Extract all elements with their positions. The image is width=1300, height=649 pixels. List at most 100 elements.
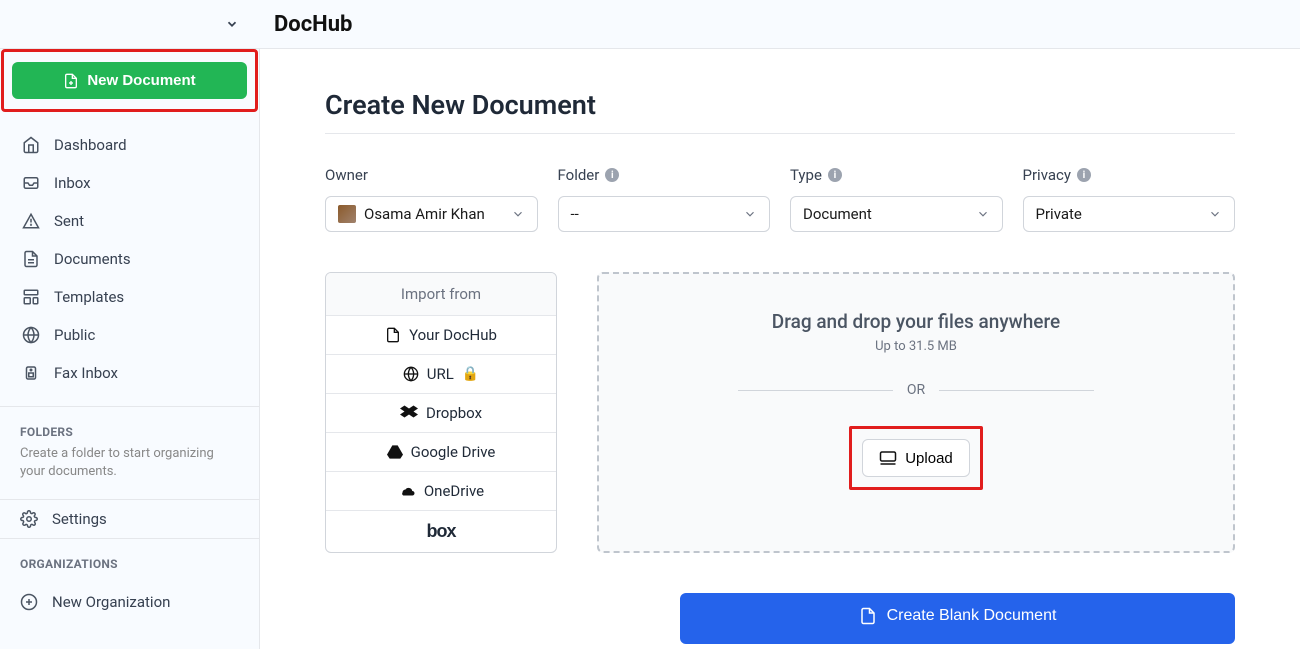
sidebar-item-templates[interactable]: Templates <box>0 278 259 316</box>
sidebar-item-label: Fax Inbox <box>54 364 118 382</box>
folder-value: -- <box>571 205 579 223</box>
sidebar-item-documents[interactable]: Documents <box>0 240 259 278</box>
file-plus-icon <box>63 73 79 89</box>
field-type: Typei Document <box>790 166 1003 232</box>
dropzone[interactable]: Drag and drop your files anywhere Up to … <box>597 272 1235 553</box>
main-content: Create New Document Owner Osama Amir Kha… <box>260 49 1300 649</box>
header: DocHub <box>0 0 1300 49</box>
header-dropdown-toggle[interactable] <box>225 17 239 31</box>
chevron-down-icon <box>511 207 525 221</box>
page-title: Create New Document <box>325 89 1235 121</box>
import-item-dropbox[interactable]: Dropbox <box>326 393 556 432</box>
folder-label: Folder <box>558 166 600 184</box>
or-text: OR <box>907 382 925 398</box>
sidebar-item-public[interactable]: Public <box>0 316 259 354</box>
type-value: Document <box>803 205 872 223</box>
dropzone-title: Drag and drop your files anywhere <box>772 310 1060 333</box>
import-item-label: OneDrive <box>424 482 484 500</box>
fax-icon <box>22 364 40 382</box>
import-item-onedrive[interactable]: OneDrive <box>326 471 556 510</box>
organizations-heading: ORGANIZATIONS <box>20 557 239 571</box>
globe-icon <box>403 366 419 382</box>
field-privacy: Privacy i Private <box>1023 166 1236 232</box>
sidebar: New Document Dashboard Inbox Sent Docume… <box>0 49 260 649</box>
avatar <box>338 205 356 223</box>
import-item-dochub[interactable]: Your DocHub <box>326 315 556 354</box>
sidebar-item-inbox[interactable]: Inbox <box>0 164 259 202</box>
organizations-section: ORGANIZATIONS New Organization <box>0 538 259 639</box>
computer-icon <box>879 449 897 467</box>
import-heading: Import from <box>326 273 556 315</box>
dropbox-icon <box>400 405 418 421</box>
chevron-down-icon <box>743 207 757 221</box>
owner-label: Owner <box>325 166 368 184</box>
owner-value: Osama Amir Khan <box>364 205 485 223</box>
sidebar-item-label: Settings <box>52 510 107 528</box>
create-blank-label: Create Blank Document <box>887 607 1057 625</box>
info-icon: i <box>605 168 619 182</box>
sidebar-item-dashboard[interactable]: Dashboard <box>0 126 259 164</box>
sidebar-item-label: Public <box>54 326 95 344</box>
highlight-upload: Upload <box>849 426 983 490</box>
document-icon <box>22 250 40 268</box>
dochub-icon <box>385 327 401 343</box>
logo: DocHub <box>274 12 352 37</box>
new-organization-button[interactable]: New Organization <box>20 583 239 621</box>
chevron-down-icon <box>976 207 990 221</box>
file-icon <box>859 607 877 625</box>
divider <box>325 133 1235 134</box>
inbox-icon <box>22 174 40 192</box>
type-select[interactable]: Document <box>790 196 1003 232</box>
templates-icon <box>22 288 40 306</box>
import-item-label: Your DocHub <box>409 326 497 344</box>
lock-icon: 🔒 <box>462 366 479 382</box>
upload-button[interactable]: Upload <box>862 439 970 477</box>
home-icon <box>22 136 40 154</box>
create-blank-document-button[interactable]: Create Blank Document <box>680 593 1235 644</box>
box-icon: box <box>426 521 455 542</box>
dropzone-subtitle: Up to 31.5 MB <box>875 339 957 354</box>
gdrive-icon <box>387 444 403 460</box>
onedrive-icon <box>398 484 416 498</box>
or-divider: OR <box>738 382 1094 398</box>
import-item-box[interactable]: box <box>326 510 556 552</box>
privacy-select[interactable]: Private <box>1023 196 1236 232</box>
field-folder: Folderi -- <box>558 166 771 232</box>
new-document-button[interactable]: New Document <box>12 62 247 99</box>
highlight-new-document: New Document <box>1 49 258 112</box>
sidebar-item-label: Templates <box>54 288 124 306</box>
new-document-label: New Document <box>87 72 195 89</box>
upload-label: Upload <box>905 450 953 467</box>
import-item-google-drive[interactable]: Google Drive <box>326 432 556 471</box>
import-item-label: URL <box>427 365 454 383</box>
folders-description: Create a folder to start organizing your… <box>20 445 239 481</box>
sidebar-item-settings[interactable]: Settings <box>20 500 239 538</box>
owner-select[interactable]: Osama Amir Khan <box>325 196 538 232</box>
gear-icon <box>20 510 38 528</box>
new-organization-label: New Organization <box>52 593 170 611</box>
sent-icon <box>22 212 40 230</box>
folders-section: FOLDERS Create a folder to start organiz… <box>0 406 259 499</box>
plus-circle-icon <box>20 593 38 611</box>
sidebar-item-label: Documents <box>54 250 131 268</box>
info-icon: i <box>1077 168 1091 182</box>
chevron-down-icon <box>1208 207 1222 221</box>
sidebar-item-fax-inbox[interactable]: Fax Inbox <box>0 354 259 392</box>
sidebar-item-label: Dashboard <box>54 136 127 154</box>
info-icon: i <box>828 168 842 182</box>
field-owner: Owner Osama Amir Khan <box>325 166 538 232</box>
globe-icon <box>22 326 40 344</box>
folders-heading: FOLDERS <box>20 425 239 439</box>
type-label: Type <box>790 166 822 184</box>
settings-section: Settings <box>0 499 259 538</box>
sidebar-item-sent[interactable]: Sent <box>0 202 259 240</box>
folder-select[interactable]: -- <box>558 196 771 232</box>
import-item-label: Dropbox <box>426 404 482 422</box>
privacy-value: Private <box>1036 205 1082 223</box>
sidebar-item-label: Inbox <box>54 174 91 192</box>
privacy-label: Privacy <box>1023 166 1071 184</box>
sidebar-item-label: Sent <box>54 212 84 230</box>
import-item-url[interactable]: URL 🔒 <box>326 354 556 393</box>
import-item-label: Google Drive <box>411 443 496 461</box>
import-panel: Import from Your DocHub URL 🔒 Dropbox Go… <box>325 272 557 553</box>
